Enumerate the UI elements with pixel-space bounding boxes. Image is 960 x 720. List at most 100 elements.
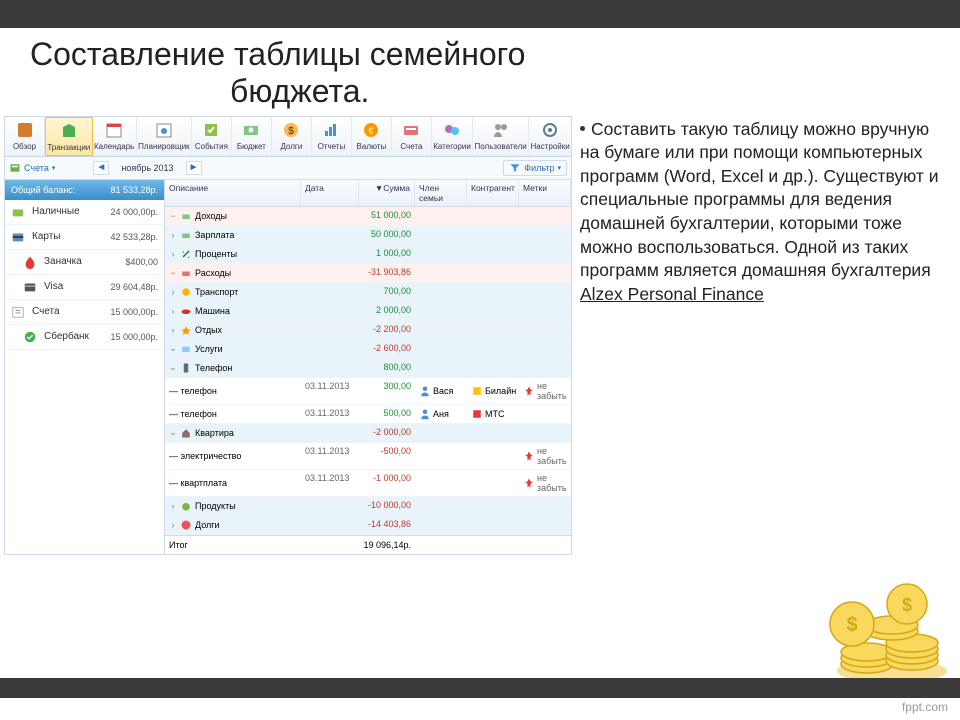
alzex-link[interactable]: Alzex Personal Finance bbox=[580, 284, 764, 304]
grid-header: Описание Дата ▼Сумма Член семьи Контраге… bbox=[165, 180, 571, 207]
svg-text:$: $ bbox=[289, 126, 295, 137]
grid-row[interactable]: ›Машина2 000,00 bbox=[165, 302, 571, 321]
expand-icon[interactable]: › bbox=[169, 325, 177, 335]
grid-row[interactable]: ⌄Телефон800,00 bbox=[165, 359, 571, 378]
sidebar: Общий баланс:81 533,28р. Наличные24 000,… bbox=[5, 180, 165, 554]
toolbar-icon bbox=[321, 120, 341, 140]
accounts-dropdown[interactable]: Счета ▾ bbox=[9, 162, 55, 174]
slide-title: Составление таблицы семейного бюджета. bbox=[0, 28, 960, 110]
toolbar-icon bbox=[59, 121, 79, 141]
toolbar-icon bbox=[154, 120, 174, 140]
funnel-icon bbox=[509, 162, 521, 174]
category-icon bbox=[180, 286, 192, 298]
toolbar-icon bbox=[104, 120, 124, 140]
grid-row[interactable]: ⌄Услуги-2 600,00 bbox=[165, 340, 571, 359]
prev-month-button[interactable]: ◄ bbox=[93, 161, 109, 175]
col-agent[interactable]: Контрагент bbox=[467, 180, 519, 206]
sidebar-account-Сбербанк[interactable]: Сбербанк15 000,00р. bbox=[5, 325, 164, 350]
toolbar-Отчеты[interactable]: Отчеты bbox=[312, 117, 352, 156]
category-icon bbox=[180, 267, 192, 279]
category-icon bbox=[180, 248, 192, 260]
category-icon bbox=[180, 210, 192, 222]
col-tags[interactable]: Метки bbox=[519, 180, 571, 206]
toolbar-Бюджет[interactable]: Бюджет bbox=[232, 117, 272, 156]
toolbar-Планировщик[interactable]: Планировщик bbox=[137, 117, 192, 156]
grid-row[interactable]: — квартплата03.11.2013-1 000,00не забыть bbox=[165, 470, 571, 497]
grid-row[interactable]: ›Транспорт700,00 bbox=[165, 283, 571, 302]
toolbar-Настройки[interactable]: Настройки bbox=[529, 117, 571, 156]
grid-row[interactable]: ›Долги-14 403,86 bbox=[165, 516, 571, 535]
app-window: ОбзорТранзакцииКалендарьПланировщикСобыт… bbox=[4, 116, 572, 555]
grid-row[interactable]: — телефон03.11.2013300,00ВасяБилайнне за… bbox=[165, 378, 571, 405]
grid-row[interactable]: −Доходы51 000,00 bbox=[165, 207, 571, 226]
expand-icon[interactable]: › bbox=[169, 501, 177, 511]
toolbar-icon bbox=[201, 120, 221, 140]
expand-icon[interactable]: ⌄ bbox=[169, 427, 177, 438]
expand-icon[interactable]: › bbox=[169, 520, 177, 530]
col-sum[interactable]: ▼Сумма bbox=[359, 180, 415, 206]
grid-row[interactable]: −Расходы-31 903,86 bbox=[165, 264, 571, 283]
filter-button[interactable]: Фильтр ▾ bbox=[503, 160, 567, 176]
expand-icon[interactable]: − bbox=[169, 211, 177, 221]
toolbar-События[interactable]: События bbox=[192, 117, 232, 156]
toolbar-Долги[interactable]: $Долги bbox=[272, 117, 312, 156]
account-icon bbox=[23, 255, 37, 269]
agent-icon bbox=[471, 385, 483, 397]
toolbar-Календарь[interactable]: Календарь bbox=[93, 117, 137, 156]
grid-total: Итог 19 096,14р. bbox=[165, 535, 571, 554]
expand-icon[interactable]: › bbox=[169, 287, 177, 297]
toolbar-icon bbox=[491, 120, 511, 140]
sidebar-account-Карты[interactable]: Карты42 533,28р. bbox=[5, 225, 164, 250]
col-date[interactable]: Дата bbox=[301, 180, 359, 206]
svg-text:€: € bbox=[369, 126, 374, 136]
person-icon bbox=[419, 408, 431, 420]
category-icon bbox=[180, 519, 192, 531]
account-icon bbox=[11, 205, 25, 219]
toolbar-Счета[interactable]: Счета bbox=[392, 117, 432, 156]
toolbar-Категории[interactable]: Категории bbox=[432, 117, 473, 156]
footer-credit: fppt.com bbox=[902, 700, 948, 714]
sidebar-account-Наличные[interactable]: Наличные24 000,00р. bbox=[5, 200, 164, 225]
svg-text:$: $ bbox=[846, 614, 857, 636]
expand-icon[interactable]: ⌄ bbox=[169, 362, 177, 373]
grid-row[interactable]: — электричество03.11.2013-500,00не забыт… bbox=[165, 443, 571, 470]
grid-row[interactable]: — телефон03.11.2013500,00АняМТС bbox=[165, 405, 571, 424]
grid-row[interactable]: ›Проценты1 000,00 bbox=[165, 245, 571, 264]
toolbar-Валюты[interactable]: €Валюты bbox=[352, 117, 392, 156]
grid-row[interactable]: ›Зарплата50 000,00 bbox=[165, 226, 571, 245]
grid-row[interactable]: ›Продукты-10 000,00 bbox=[165, 497, 571, 516]
expand-icon[interactable]: ⌄ bbox=[169, 343, 177, 354]
category-icon bbox=[180, 324, 192, 336]
toolbar-icon bbox=[401, 120, 421, 140]
category-icon bbox=[180, 305, 192, 317]
grid-row[interactable]: ⌄Квартира-2 000,00 bbox=[165, 424, 571, 443]
sidebar-account-Заначка[interactable]: Заначка$400,00 bbox=[5, 250, 164, 275]
toolbar-icon bbox=[15, 120, 35, 140]
col-description[interactable]: Описание bbox=[165, 180, 301, 206]
transaction-grid: −Доходы51 000,00›Зарплата50 000,00›Проце… bbox=[165, 207, 571, 535]
sidebar-account-Visa[interactable]: Visa29 604,48р. bbox=[5, 275, 164, 300]
category-icon bbox=[180, 229, 192, 241]
account-icon bbox=[11, 305, 25, 319]
coins-illustration: $ $ bbox=[812, 576, 952, 686]
col-member[interactable]: Член семьи bbox=[415, 180, 467, 206]
pin-icon bbox=[523, 477, 535, 489]
svg-text:$: $ bbox=[902, 595, 912, 615]
toolbar-Транзакции[interactable]: Транзакции bbox=[45, 117, 93, 156]
toolbar-Пользователи[interactable]: Пользователи bbox=[473, 117, 529, 156]
expand-icon[interactable]: − bbox=[169, 268, 177, 278]
pin-icon bbox=[523, 450, 535, 462]
toolbar-Обзор[interactable]: Обзор bbox=[5, 117, 45, 156]
expand-icon[interactable]: › bbox=[169, 306, 177, 316]
sidebar-balance-header: Общий баланс:81 533,28р. bbox=[5, 180, 164, 200]
sub-toolbar: Счета ▾ ◄ ноябрь 2013 ► Фильтр ▾ bbox=[5, 157, 571, 180]
next-month-button[interactable]: ► bbox=[186, 161, 202, 175]
sidebar-account-Счета[interactable]: Счета15 000,00р. bbox=[5, 300, 164, 325]
toolbar-icon: € bbox=[361, 120, 381, 140]
expand-icon[interactable]: › bbox=[169, 249, 177, 259]
month-label[interactable]: ноябрь 2013 bbox=[113, 163, 181, 173]
grid-row[interactable]: ›Отдых-2 200,00 bbox=[165, 321, 571, 340]
main-toolbar: ОбзорТранзакцииКалендарьПланировщикСобыт… bbox=[5, 117, 571, 157]
bullet-icon bbox=[580, 126, 585, 131]
expand-icon[interactable]: › bbox=[169, 230, 177, 240]
